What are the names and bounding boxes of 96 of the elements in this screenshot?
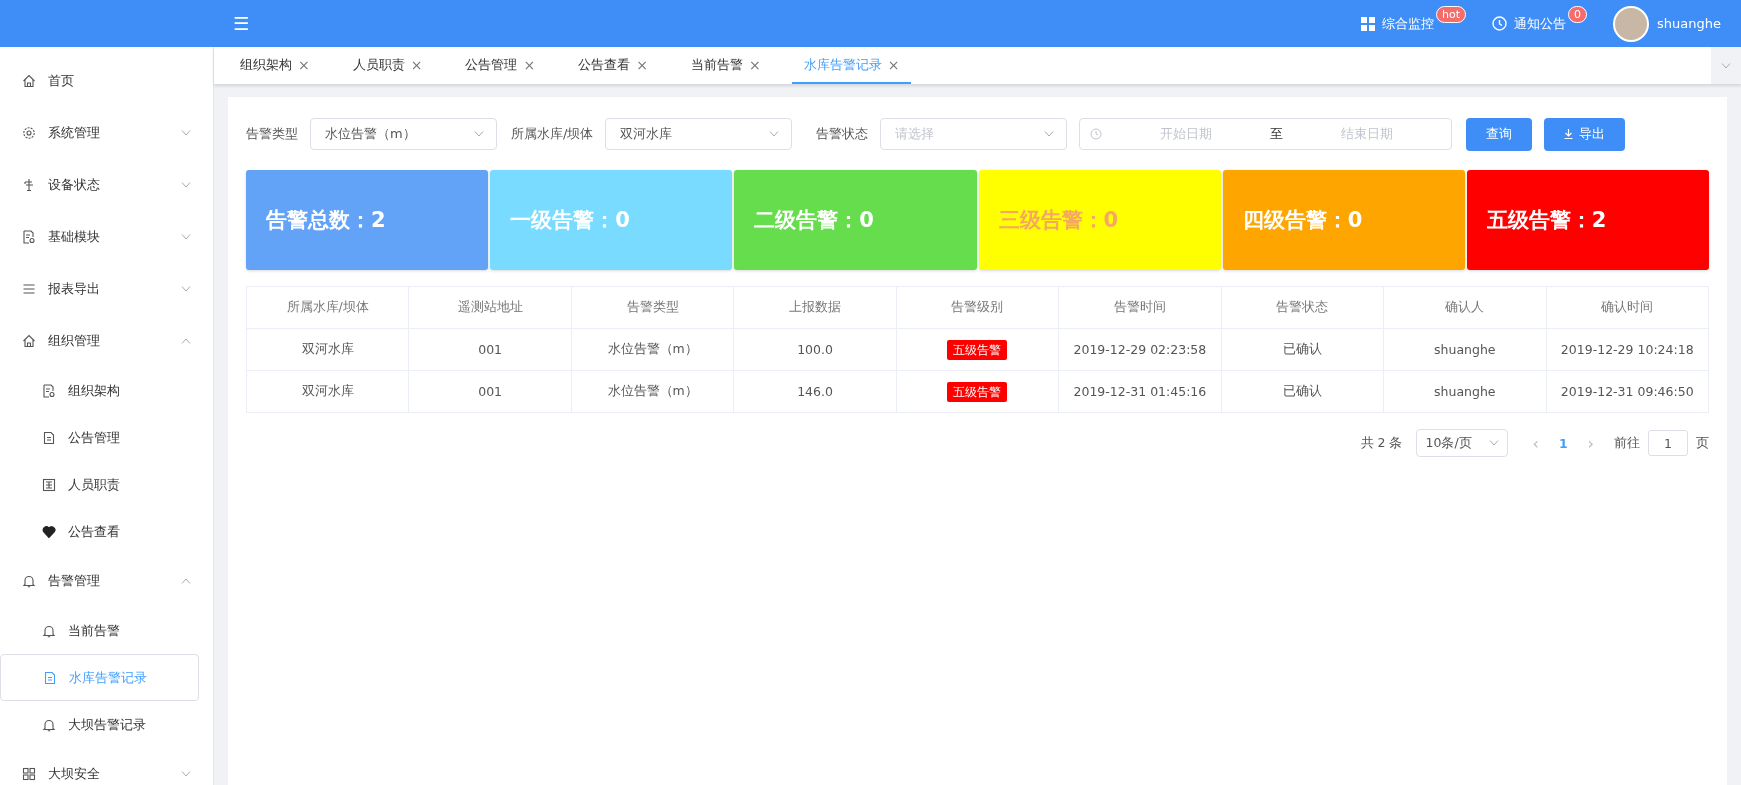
table-cell: 001 bbox=[408, 370, 572, 413]
close-icon[interactable]: × bbox=[298, 56, 310, 73]
chevron-icon bbox=[1044, 131, 1055, 137]
stat-card: 四级告警：0 bbox=[1222, 170, 1465, 270]
sidebar-item[interactable]: 系统管理 bbox=[0, 107, 213, 159]
close-icon[interactable]: × bbox=[887, 56, 900, 73]
sidebar-item[interactable]: 大坝安全 bbox=[0, 748, 213, 785]
document-gear-icon bbox=[42, 383, 56, 398]
sidebar-item[interactable]: 基础模块 bbox=[0, 211, 213, 263]
table-cell: 146.0 bbox=[733, 370, 897, 413]
sidebar-item[interactable]: 首页 bbox=[0, 55, 213, 107]
tab[interactable]: 组织架构 × bbox=[228, 47, 322, 84]
notification-badge: hot bbox=[1436, 6, 1467, 23]
stat-card: 三级告警：0 bbox=[978, 170, 1221, 270]
document-gear-icon bbox=[22, 230, 36, 244]
alarm-type-select[interactable]: 水位告警（m） bbox=[310, 118, 497, 150]
level-tag: 五级告警 bbox=[947, 339, 1008, 360]
column-header: 告警级别 bbox=[896, 286, 1059, 329]
download-icon bbox=[1564, 129, 1574, 139]
bell-icon bbox=[42, 717, 56, 732]
sidebar-item[interactable]: 公告查看 bbox=[0, 508, 213, 555]
filter-label: 所属水库/坝体 bbox=[511, 125, 594, 143]
bell-icon bbox=[22, 574, 36, 588]
list-icon bbox=[22, 282, 36, 296]
heart-icon bbox=[42, 524, 56, 539]
column-header: 遥测站地址 bbox=[408, 286, 572, 329]
chevron-icon bbox=[1489, 440, 1500, 446]
table-cell: 水位告警（m） bbox=[571, 328, 734, 371]
avatar[interactable] bbox=[1613, 5, 1650, 42]
table-cell: 100.0 bbox=[733, 328, 897, 371]
settings-icon bbox=[22, 126, 36, 140]
tab[interactable]: 人员职责 × bbox=[340, 47, 435, 84]
table-cell: 双河水库 bbox=[246, 328, 409, 371]
tab[interactable]: 当前告警 × bbox=[678, 47, 773, 84]
column-header: 告警类型 bbox=[571, 286, 734, 329]
reservoir-select[interactable]: 双河水库 bbox=[605, 118, 793, 150]
close-icon[interactable]: × bbox=[410, 56, 423, 73]
notification-badge: 0 bbox=[1568, 6, 1588, 23]
column-header: 确认时间 bbox=[1546, 286, 1709, 329]
close-icon[interactable]: × bbox=[748, 56, 761, 73]
tab[interactable]: 水库告警记录 × bbox=[791, 47, 912, 84]
table-cell: 2019-12-29 10:24:18 bbox=[1546, 328, 1709, 371]
page-size-select[interactable]: 10条/页 bbox=[1416, 429, 1509, 457]
home-icon bbox=[22, 74, 36, 88]
close-icon[interactable]: × bbox=[636, 56, 648, 73]
column-header: 确认人 bbox=[1383, 286, 1546, 329]
bell-icon bbox=[42, 623, 56, 638]
clock-icon bbox=[1090, 128, 1103, 140]
clock-icon bbox=[1492, 16, 1508, 31]
sidebar-item[interactable]: 大坝告警记录 bbox=[0, 701, 213, 748]
column-header: 上报数据 bbox=[733, 286, 897, 329]
sidebar-item[interactable]: 当前告警 bbox=[0, 607, 213, 654]
tab[interactable]: 公告查看 × bbox=[566, 47, 660, 84]
page-input[interactable]: 1 bbox=[1648, 430, 1688, 456]
chevron-icon bbox=[769, 131, 780, 137]
table-cell: 已确认 bbox=[1221, 328, 1384, 371]
grid-icon bbox=[22, 767, 36, 781]
chevron-icon bbox=[474, 131, 484, 137]
filter-label: 告警状态 bbox=[816, 125, 869, 143]
column-header: 所属水库/坝体 bbox=[246, 286, 409, 329]
document-icon bbox=[43, 670, 57, 685]
table-cell: 2019-12-29 02:23:58 bbox=[1058, 328, 1222, 371]
chevron-icon bbox=[1721, 62, 1731, 69]
table-cell: 001 bbox=[408, 328, 572, 371]
level-tag: 五级告警 bbox=[947, 381, 1008, 402]
tab[interactable]: 公告管理 × bbox=[453, 47, 548, 84]
column-header: 告警时间 bbox=[1058, 286, 1222, 329]
goto-label: 前往 bbox=[1614, 434, 1640, 452]
board-icon bbox=[42, 477, 56, 492]
sidebar-item[interactable]: 报表导出 bbox=[0, 263, 213, 315]
sidebar-item[interactable]: 设备状态 bbox=[0, 159, 213, 211]
table-cell: 双河水库 bbox=[246, 370, 409, 413]
sidebar-item[interactable]: 告警管理 bbox=[0, 555, 213, 607]
date-range-field[interactable]: 开始日期 至 结束日期 bbox=[1079, 118, 1453, 150]
sidebar-item[interactable]: 组织管理 bbox=[0, 315, 213, 367]
close-icon[interactable]: × bbox=[523, 56, 536, 73]
table-cell: 已确认 bbox=[1221, 370, 1384, 413]
total-count: 共 2 条 bbox=[1360, 434, 1403, 452]
sidebar-item[interactable]: 公告管理 bbox=[0, 414, 213, 461]
table-cell: shuanghe bbox=[1383, 370, 1546, 413]
sidebar-item[interactable]: 组织架构 bbox=[0, 367, 213, 414]
table-cell: 水位告警（m） bbox=[571, 370, 734, 413]
stat-card: 五级告警：2 bbox=[1466, 170, 1710, 270]
table-cell: 2019-12-31 09:46:50 bbox=[1546, 370, 1709, 413]
sidebar-item[interactable]: 人员职责 bbox=[0, 461, 213, 508]
filter-label: 告警类型 bbox=[246, 125, 298, 143]
table-cell: 2019-12-31 01:45:16 bbox=[1058, 370, 1222, 413]
stat-card: 一级告警：0 bbox=[490, 170, 733, 270]
document-icon bbox=[42, 430, 56, 445]
grid-icon bbox=[1361, 16, 1376, 31]
stat-card: 二级告警：0 bbox=[734, 170, 977, 270]
column-header: 告警状态 bbox=[1221, 286, 1384, 329]
stat-card: 告警总数：2 bbox=[246, 170, 489, 270]
page-suffix: 页 bbox=[1696, 434, 1709, 452]
table-cell: shuanghe bbox=[1383, 328, 1546, 371]
home-icon bbox=[22, 334, 36, 348]
